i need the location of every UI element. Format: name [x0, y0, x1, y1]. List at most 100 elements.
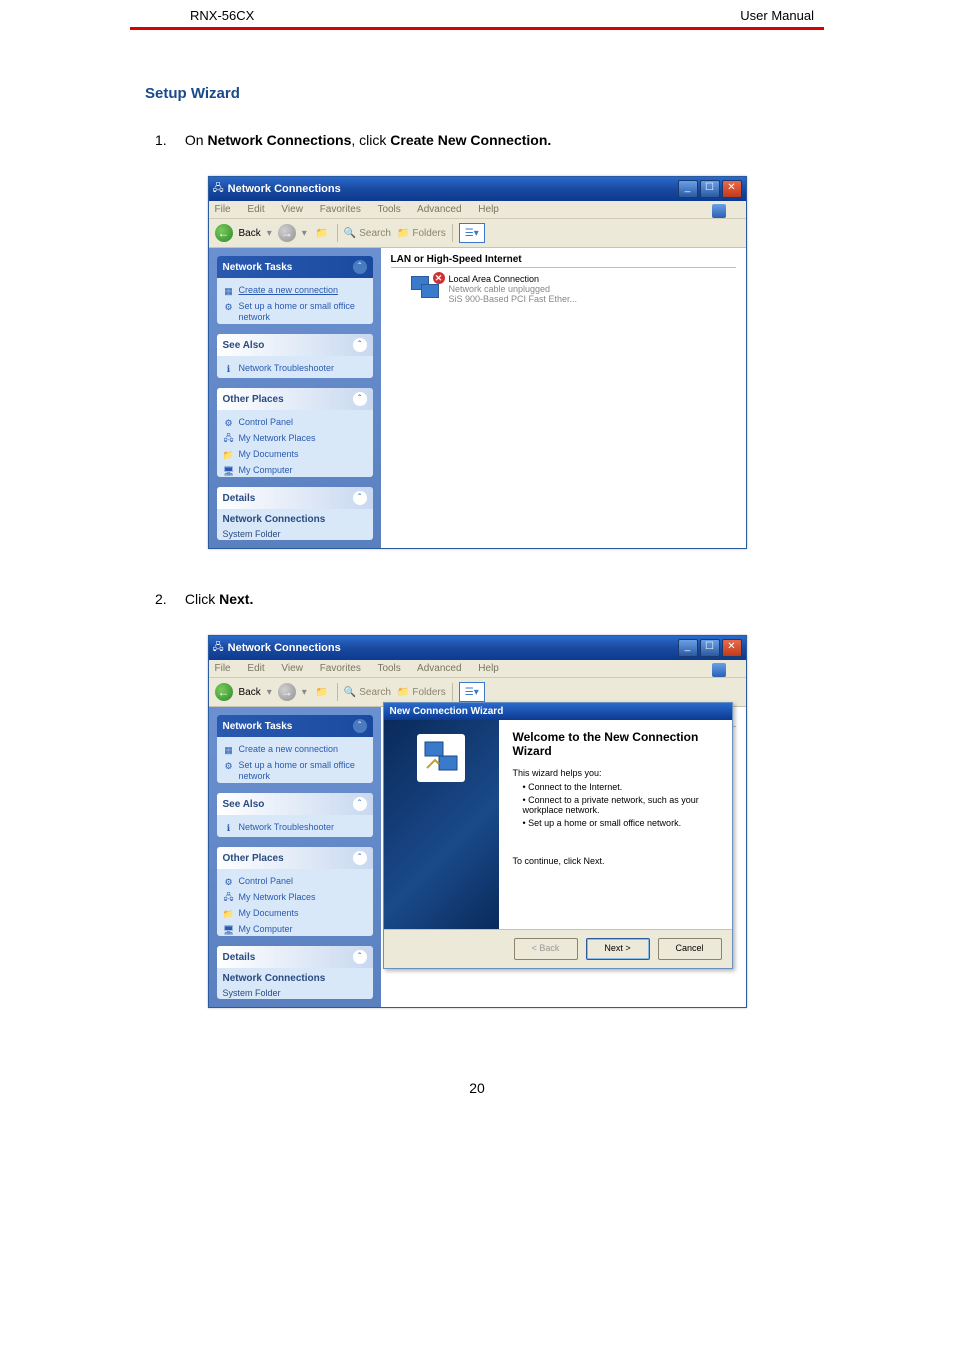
step-bold: Next: [219, 591, 249, 607]
close-button[interactable]: ✕: [722, 639, 742, 657]
sidebar-item-create-connection[interactable]: ▦ Create a new connection: [223, 742, 367, 758]
titlebar[interactable]: 🖧 Network Connections _ ☐ ✕: [209, 177, 746, 201]
chevron-up-icon[interactable]: ˆ: [353, 950, 367, 964]
panel-network-tasks: Network Tasks ˆ ▦ Create a new connectio…: [217, 715, 373, 783]
panel-header[interactable]: See Also ˆ: [217, 334, 373, 356]
views-button[interactable]: ☰▾: [459, 223, 485, 243]
sidebar: Network Tasks ˆ ▦ Create a new connectio…: [209, 248, 381, 548]
chevron-up-icon[interactable]: ˆ: [353, 338, 367, 352]
menu-file[interactable]: File: [215, 663, 231, 674]
back-label[interactable]: Back: [239, 687, 261, 698]
chevron-up-icon[interactable]: ˆ: [353, 260, 367, 274]
details-heading: Network Connections: [223, 514, 367, 525]
sidebar-item-troubleshooter[interactable]: ℹ Network Troubleshooter: [223, 361, 367, 377]
minimize-button[interactable]: _: [678, 180, 698, 198]
search-button[interactable]: 🔍 Search: [344, 687, 391, 698]
sidebar-item-create-connection[interactable]: ▦ Create a new connection: [223, 283, 367, 299]
minimize-button[interactable]: _: [678, 639, 698, 657]
computer-icon: 🖥: [223, 465, 235, 477]
back-button[interactable]: ←: [215, 224, 233, 242]
menu-view[interactable]: View: [281, 204, 303, 215]
sidebar-item-my-documents[interactable]: 📁 My Documents: [223, 447, 367, 463]
search-button[interactable]: 🔍 Search: [344, 228, 391, 239]
menu-tools[interactable]: Tools: [377, 663, 400, 674]
menu-advanced[interactable]: Advanced: [417, 204, 461, 215]
computer-icon: 🖥: [223, 924, 235, 936]
menu-edit[interactable]: Edit: [247, 204, 264, 215]
content-pane[interactable]: LAN or High-Speed Internet ✕ Local Area …: [381, 248, 746, 548]
sidebar-item-my-computer[interactable]: 🖥 My Computer: [223, 463, 367, 477]
up-button[interactable]: 📁: [313, 683, 331, 701]
chevron-up-icon[interactable]: ˆ: [353, 851, 367, 865]
wizard-cancel-button[interactable]: Cancel: [658, 938, 722, 960]
sidebar-item-label: Set up a home or small office network: [239, 301, 367, 323]
wizard-titlebar[interactable]: New Connection Wizard: [384, 703, 732, 720]
sidebar-item-network-places[interactable]: 🖧 My Network Places: [223, 890, 367, 906]
chevron-up-icon[interactable]: ˆ: [353, 392, 367, 406]
panel-header[interactable]: Network Tasks ˆ: [217, 715, 373, 737]
menu-help[interactable]: Help: [478, 204, 499, 215]
sidebar-item-my-documents[interactable]: 📁 My Documents: [223, 906, 367, 922]
titlebar[interactable]: 🖧 Network Connections _ ☐ ✕: [209, 636, 746, 660]
panel-header[interactable]: Details ˆ: [217, 487, 373, 509]
wizard-bullet: Connect to the Internet.: [523, 782, 718, 792]
toolbar-separator: [452, 224, 453, 242]
maximize-button[interactable]: ☐: [700, 639, 720, 657]
menu-tools[interactable]: Tools: [377, 204, 400, 215]
sidebar-item-my-computer[interactable]: 🖥 My Computer: [223, 922, 367, 936]
wizard-bullet: Set up a home or small office network.: [523, 818, 718, 828]
sidebar-item-label: Control Panel: [239, 876, 294, 887]
step-dot: .: [249, 591, 253, 607]
back-label[interactable]: Back: [239, 228, 261, 239]
menu-edit[interactable]: Edit: [247, 663, 264, 674]
forward-button[interactable]: →: [278, 224, 296, 242]
menu-favorites[interactable]: Favorites: [320, 663, 361, 674]
sidebar-item-label: Create a new connection: [239, 285, 339, 296]
sidebar-item-label: Control Panel: [239, 417, 294, 428]
menubar: File Edit View Favorites Tools Advanced …: [209, 201, 746, 219]
folders-button[interactable]: 📁 Folders: [397, 228, 446, 239]
panel-header[interactable]: Other Places ˆ: [217, 388, 373, 410]
menu-favorites[interactable]: Favorites: [320, 204, 361, 215]
panel-header[interactable]: Details ˆ: [217, 946, 373, 968]
step-2: 2. Click Next.: [155, 591, 954, 607]
sidebar-item-control-panel[interactable]: ⚙ Control Panel: [223, 874, 367, 890]
menu-help[interactable]: Help: [478, 663, 499, 674]
back-button[interactable]: ←: [215, 683, 233, 701]
sidebar-item-control-panel[interactable]: ⚙ Control Panel: [223, 415, 367, 431]
lan-connection-item[interactable]: ✕ Local Area Connection Network cable un…: [391, 274, 736, 306]
sidebar-item-label: My Documents: [239, 449, 299, 460]
panel-header[interactable]: Other Places ˆ: [217, 847, 373, 869]
folder-icon: 🖧: [213, 640, 224, 657]
panel-title: Network Tasks: [223, 721, 293, 732]
chevron-up-icon[interactable]: ˆ: [353, 491, 367, 505]
wizard-bullet: Connect to a private network, such as yo…: [523, 795, 718, 815]
folders-button[interactable]: 📁 Folders: [397, 687, 446, 698]
menu-file[interactable]: File: [215, 204, 231, 215]
toolbar-separator: [337, 224, 338, 242]
panel-header[interactable]: See Also ˆ: [217, 793, 373, 815]
control-panel-icon: ⚙: [223, 417, 235, 429]
forward-button[interactable]: →: [278, 683, 296, 701]
chevron-up-icon[interactable]: ˆ: [353, 719, 367, 733]
details-sub: System Folder: [223, 529, 367, 539]
maximize-button[interactable]: ☐: [700, 180, 720, 198]
new-connection-icon: ▦: [223, 285, 235, 297]
sidebar-item-home-network[interactable]: ⚙ Set up a home or small office network: [223, 758, 367, 783]
panel-header[interactable]: Network Tasks ˆ: [217, 256, 373, 278]
home-network-icon: ⚙: [223, 760, 235, 772]
sidebar-item-network-places[interactable]: 🖧 My Network Places: [223, 431, 367, 447]
views-button[interactable]: ☰▾: [459, 682, 485, 702]
up-button[interactable]: 📁: [313, 224, 331, 242]
sidebar-item-home-network[interactable]: ⚙ Set up a home or small office network: [223, 299, 367, 324]
sidebar-item-troubleshooter[interactable]: ℹ Network Troubleshooter: [223, 820, 367, 836]
chevron-up-icon[interactable]: ˆ: [353, 797, 367, 811]
step-bold: Network Connections: [207, 132, 351, 148]
menu-advanced[interactable]: Advanced: [417, 663, 461, 674]
wizard-heading: Welcome to the New Connection Wizard: [513, 730, 718, 758]
wizard-next-button[interactable]: Next >: [586, 938, 650, 960]
toolbar-separator: [337, 683, 338, 701]
menu-view[interactable]: View: [281, 663, 303, 674]
sidebar-item-label: My Network Places: [239, 892, 316, 903]
close-button[interactable]: ✕: [722, 180, 742, 198]
